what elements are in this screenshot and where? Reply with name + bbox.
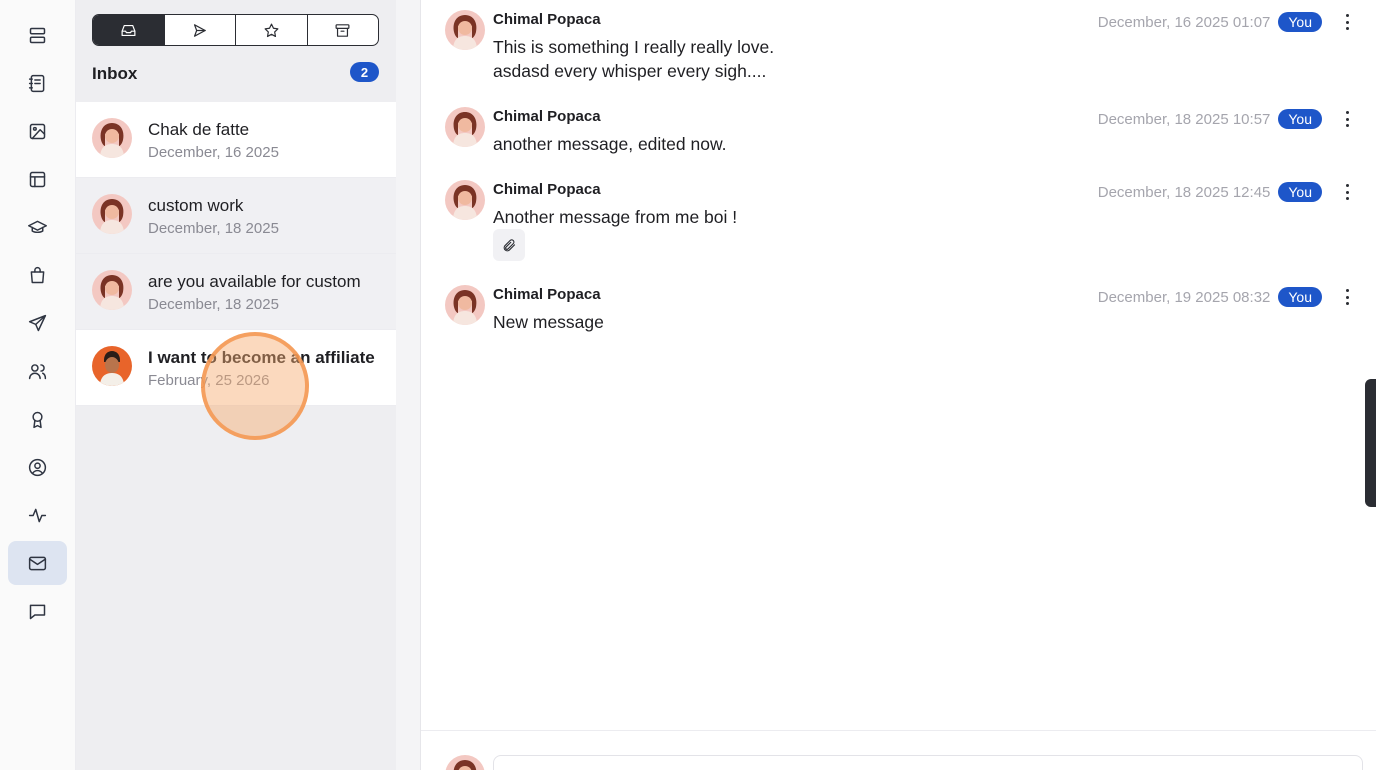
mail-icon bbox=[28, 556, 47, 570]
composer-avatar bbox=[445, 755, 485, 770]
conversation-title: I want to become an affiliate bbox=[148, 348, 375, 367]
message-meta: December, 18 2025 10:57 You bbox=[1098, 109, 1322, 129]
notebook-nav-item[interactable] bbox=[8, 61, 67, 105]
activity-icon bbox=[28, 508, 47, 522]
sent-icon bbox=[194, 23, 207, 37]
message-text: This is something I really really love. bbox=[493, 37, 775, 57]
message-text: New message bbox=[493, 312, 604, 332]
conversation-title: Chak de fatte bbox=[148, 120, 250, 139]
tab-sent[interactable] bbox=[165, 15, 236, 45]
layout-icon bbox=[29, 171, 46, 187]
message-text: asdasd every whisper every sigh.... bbox=[493, 61, 767, 81]
author-badge: You bbox=[1278, 287, 1322, 307]
avatar bbox=[92, 346, 132, 386]
attachment-button[interactable] bbox=[493, 229, 525, 261]
send-icon bbox=[28, 314, 47, 331]
archive-icon bbox=[335, 23, 350, 37]
graduation-cap-icon bbox=[28, 220, 47, 233]
panel-divider bbox=[396, 0, 421, 770]
conversation-date: December, 18 2025 bbox=[148, 220, 279, 237]
paperclip-icon bbox=[503, 238, 515, 251]
avatar bbox=[92, 270, 132, 310]
star-icon bbox=[264, 23, 279, 37]
sender-avatar bbox=[445, 107, 485, 147]
users-icon bbox=[28, 363, 47, 379]
image-nav-item[interactable] bbox=[8, 109, 67, 153]
message-item: Chimal Popaca another message, edited no… bbox=[421, 97, 1376, 167]
tab-inbox[interactable] bbox=[93, 15, 165, 45]
message-meta: December, 16 2025 01:07 You bbox=[1098, 12, 1322, 32]
message-timestamp: December, 18 2025 10:57 bbox=[1097, 110, 1271, 128]
courses-nav-item[interactable] bbox=[8, 205, 67, 249]
award-nav-item[interactable] bbox=[8, 397, 67, 441]
message-text: another message, edited now. bbox=[493, 134, 727, 154]
dashboard-nav-item[interactable] bbox=[8, 13, 67, 57]
conversation-item[interactable]: Chak de fatte December, 16 2025 bbox=[76, 102, 396, 178]
tab-archive[interactable] bbox=[308, 15, 379, 45]
tab-starred[interactable] bbox=[236, 15, 308, 45]
sender-avatar bbox=[445, 10, 485, 50]
inbox-heading: Inbox bbox=[92, 64, 138, 83]
conversation-date: February, 25 2026 bbox=[148, 372, 270, 389]
conversation-item[interactable]: I want to become an affiliate February, … bbox=[76, 330, 396, 406]
avatar bbox=[92, 194, 132, 234]
icon-rail bbox=[0, 0, 76, 770]
conversation-item[interactable]: are you available for custom December, 1… bbox=[76, 254, 396, 330]
message-meta: December, 19 2025 08:32 You bbox=[1098, 287, 1322, 307]
profile-nav-item[interactable] bbox=[8, 445, 67, 489]
user-circle-icon bbox=[28, 458, 47, 476]
scrollbar-thumb[interactable] bbox=[1365, 379, 1376, 507]
sender-avatar bbox=[445, 285, 485, 325]
chat-nav-item[interactable] bbox=[8, 589, 67, 633]
unread-count-badge: 2 bbox=[350, 62, 379, 82]
shop-nav-item[interactable] bbox=[8, 253, 67, 297]
sender-name: Chimal Popaca bbox=[493, 11, 601, 28]
message-item: Chimal Popaca This is something I really… bbox=[421, 0, 1376, 96]
conversation-item[interactable]: custom work December, 18 2025 bbox=[76, 178, 396, 254]
avatar bbox=[92, 118, 132, 158]
message-timestamp: December, 18 2025 12:45 bbox=[1097, 183, 1271, 201]
message-meta: December, 18 2025 12:45 You bbox=[1098, 182, 1322, 202]
sender-name: Chimal Popaca bbox=[493, 286, 601, 303]
notebook-icon bbox=[28, 74, 45, 92]
conversation-list-panel: Inbox 2 Chak de fatte December, 16 2025 … bbox=[76, 0, 396, 770]
award-icon bbox=[32, 411, 43, 428]
message-item: Chimal Popaca Another message from me bo… bbox=[421, 170, 1376, 270]
layout-nav-item[interactable] bbox=[8, 157, 67, 201]
conversation-title: are you available for custom bbox=[148, 272, 361, 291]
message-timestamp: December, 19 2025 08:32 bbox=[1097, 288, 1271, 306]
message-item: Chimal Popaca New message December, 19 2… bbox=[421, 275, 1376, 345]
message-thread: Chimal Popaca This is something I really… bbox=[421, 0, 1376, 770]
message-options-button[interactable] bbox=[1342, 289, 1352, 305]
message-options-button[interactable] bbox=[1342, 184, 1352, 200]
dashboard-icon bbox=[29, 27, 46, 43]
chat-bubble-icon bbox=[29, 604, 46, 619]
activity-nav-item[interactable] bbox=[8, 493, 67, 537]
reply-input[interactable] bbox=[493, 755, 1363, 770]
shopping-bag-icon bbox=[30, 266, 45, 283]
conversation-date: December, 16 2025 bbox=[148, 144, 279, 161]
author-badge: You bbox=[1278, 182, 1322, 202]
users-nav-item[interactable] bbox=[8, 349, 67, 393]
mail-nav-item[interactable] bbox=[8, 541, 67, 585]
folder-tabs bbox=[92, 14, 379, 46]
send-nav-item[interactable] bbox=[8, 301, 67, 345]
composer-divider bbox=[421, 730, 1376, 731]
author-badge: You bbox=[1278, 12, 1322, 32]
sender-name: Chimal Popaca bbox=[493, 108, 601, 125]
message-timestamp: December, 16 2025 01:07 bbox=[1097, 13, 1271, 31]
sender-name: Chimal Popaca bbox=[493, 181, 601, 198]
author-badge: You bbox=[1278, 109, 1322, 129]
conversation-date: December, 18 2025 bbox=[148, 296, 279, 313]
message-text: Another message from me boi ! bbox=[493, 207, 738, 227]
conversation-title: custom work bbox=[148, 196, 244, 215]
sender-avatar bbox=[445, 180, 485, 220]
inbox-icon bbox=[121, 24, 136, 36]
message-options-button[interactable] bbox=[1342, 14, 1352, 30]
message-options-button[interactable] bbox=[1342, 111, 1352, 127]
image-icon bbox=[29, 123, 46, 139]
